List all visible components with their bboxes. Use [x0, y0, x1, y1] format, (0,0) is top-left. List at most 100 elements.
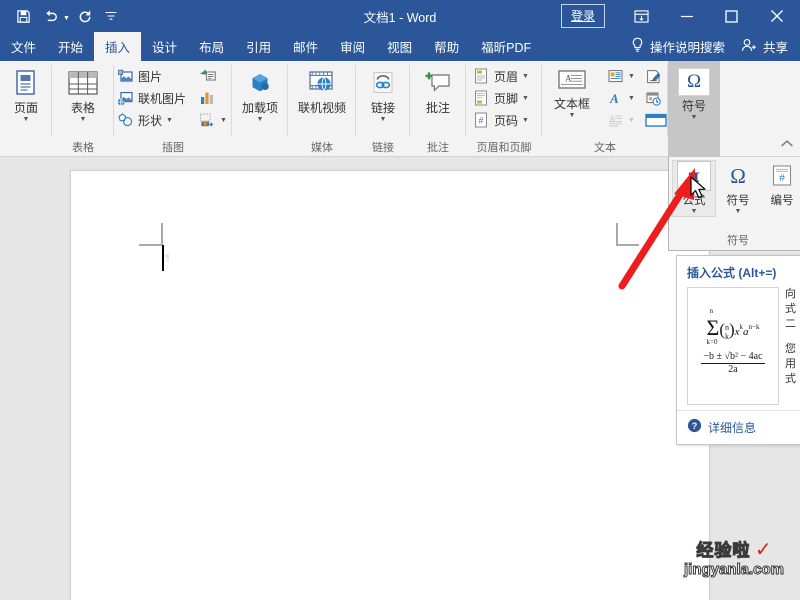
symbol-dropdown-caret[interactable]: ▼: [691, 114, 698, 122]
link-dropdown-caret[interactable]: ▼: [380, 116, 387, 124]
app-name-text: Word: [406, 10, 437, 25]
maximize-icon[interactable]: [709, 0, 754, 32]
tell-me-search[interactable]: 操作说明搜索: [621, 37, 735, 56]
save-icon[interactable]: [10, 4, 36, 28]
tab-mailings[interactable]: 邮件: [282, 32, 329, 61]
online-video-button[interactable]: 联机视频: [288, 61, 356, 115]
smartart-button[interactable]: [196, 65, 227, 87]
symbol-gallery-dropdown-caret[interactable]: ▼: [735, 208, 742, 216]
tab-references[interactable]: 引用: [235, 32, 282, 61]
ribbon-group-label-comments: 批注: [427, 142, 449, 154]
number-button[interactable]: # 编号: [761, 161, 800, 216]
footer-icon: [472, 89, 490, 107]
table-dropdown-caret[interactable]: ▼: [80, 116, 87, 124]
textbox-dropdown-caret[interactable]: ▼: [569, 112, 576, 120]
tab-review[interactable]: 审阅: [329, 32, 376, 61]
dropcap-button[interactable]: A ▼: [604, 109, 635, 131]
screenshot-button[interactable]: ▼: [196, 109, 227, 131]
quick-parts-button[interactable]: ▼: [604, 65, 635, 87]
tab-insert[interactable]: 插入: [94, 32, 142, 61]
tooltip-formula-preview: n Σ k=0 (n k)xkan−k −b ± √b² − 4ac 2a: [687, 287, 779, 405]
shapes-dropdown-caret[interactable]: ▼: [166, 117, 173, 124]
screenshot-icon: [198, 111, 216, 129]
tooltip-side-line: 式: [785, 373, 796, 385]
tab-file[interactable]: 文件: [0, 32, 47, 61]
ribbon-group-links: 链接 ▼ 链接: [356, 61, 410, 157]
quick-parts-dropdown-caret[interactable]: ▼: [628, 73, 635, 80]
tooltip-more-info-link[interactable]: 详细信息: [708, 419, 756, 436]
footer-button[interactable]: 页脚 ▼: [470, 87, 529, 109]
undo-icon[interactable]: [38, 4, 64, 28]
redo-icon[interactable]: [72, 4, 98, 28]
link-button[interactable]: 链接 ▼: [356, 61, 410, 124]
shapes-button[interactable]: 形状 ▼: [114, 109, 186, 131]
addins-dropdown-caret[interactable]: ▼: [257, 116, 264, 124]
tab-view[interactable]: 视图: [376, 32, 423, 61]
comment-button[interactable]: 批注: [410, 61, 466, 115]
addins-button[interactable]: 加载项 ▼: [232, 61, 288, 124]
dropcap-dropdown-caret[interactable]: ▼: [628, 117, 635, 124]
svg-text:A: A: [609, 114, 615, 123]
ribbon-group-symbols: Ω 符号 ▼: [668, 61, 720, 157]
wordart-dropdown-caret[interactable]: ▼: [628, 95, 635, 102]
ribbon: 页面 ▼ 表格 ▼ 表格 图片 联机图片 形状 ▼ ▼ 插图 加载项 ▼ 联机视…: [0, 61, 800, 157]
wordart-button[interactable]: A ▼: [604, 87, 635, 109]
pages-dropdown-caret[interactable]: ▼: [23, 116, 30, 124]
svg-text:?: ?: [692, 420, 698, 431]
footer-label: 页脚: [494, 91, 519, 106]
tab-help[interactable]: 帮助: [423, 32, 470, 61]
pages-button[interactable]: 页面 ▼: [0, 61, 52, 124]
quick-access-toolbar: ▼: [0, 4, 122, 28]
dropcap-icon: A: [606, 111, 624, 129]
omega-icon: Ω: [730, 163, 746, 188]
online-picture-button[interactable]: 联机图片: [114, 87, 186, 109]
link-label: 链接: [370, 101, 395, 115]
object-icon: [645, 111, 667, 129]
ribbon-group-pages: 页面 ▼: [0, 61, 52, 157]
header-button[interactable]: 页眉 ▼: [470, 65, 529, 87]
tab-layout[interactable]: 布局: [188, 32, 235, 61]
watermark-line-1: 经验啦: [696, 541, 751, 560]
addins-label: 加载项: [241, 101, 278, 115]
document-page[interactable]: ¶: [70, 170, 710, 600]
document-title-text: 文档1: [363, 10, 396, 25]
ribbon-group-addins: 加载项 ▼: [232, 61, 288, 157]
tooltip-side-line: 您: [785, 343, 796, 355]
symbol-dropdown-group-label: 符号: [727, 235, 749, 247]
ribbon-display-options-icon[interactable]: [619, 0, 664, 32]
footer-dropdown-caret[interactable]: ▼: [522, 95, 529, 102]
symbol-button[interactable]: Ω 符号 ▼: [668, 61, 720, 122]
undo-dropdown-caret[interactable]: ▼: [63, 15, 70, 22]
ribbon-group-label-media: 媒体: [311, 142, 333, 154]
page-number-dropdown-caret[interactable]: ▼: [522, 117, 529, 124]
fraction-numerator: −b ± √b² − 4ac: [701, 350, 765, 364]
screenshot-dropdown-caret[interactable]: ▼: [220, 117, 227, 124]
margin-mark-top-right-horizontal: [616, 244, 639, 246]
collapse-ribbon-icon[interactable]: [780, 139, 794, 152]
mouse-pointer-icon: [690, 176, 708, 202]
fraction-denominator: 2a: [728, 363, 738, 375]
table-button[interactable]: 表格 ▼: [52, 61, 114, 124]
chart-button[interactable]: [196, 87, 227, 109]
textbox-button[interactable]: A 文本框 ▼: [546, 65, 598, 120]
close-icon[interactable]: [754, 0, 800, 32]
ribbon-group-tables: 表格 ▼ 表格: [52, 61, 114, 157]
chart-icon: [198, 89, 216, 107]
tab-foxit-pdf[interactable]: 福昕PDF: [470, 32, 542, 61]
svg-text:#: #: [779, 173, 785, 184]
share-button[interactable]: 共享: [735, 37, 800, 56]
title-bar: ▼ 文档1 - Word 登录: [0, 0, 800, 32]
customize-quick-access-icon[interactable]: [100, 4, 122, 28]
header-icon: [472, 67, 490, 85]
sum-lower-limit: k=0: [706, 338, 718, 347]
sign-in-button[interactable]: 登录: [560, 4, 605, 28]
minimize-icon[interactable]: [664, 0, 709, 32]
tab-design[interactable]: 设计: [141, 32, 188, 61]
tell-me-label: 操作说明搜索: [649, 41, 725, 55]
page-number-button[interactable]: # 页码 ▼: [470, 109, 529, 131]
tab-home[interactable]: 开始: [47, 32, 94, 61]
equation-dropdown-caret[interactable]: ▼: [691, 208, 698, 216]
header-dropdown-caret[interactable]: ▼: [522, 73, 529, 80]
picture-button[interactable]: 图片: [114, 65, 186, 87]
symbol-gallery-button[interactable]: Ω 符号 ▼: [717, 161, 759, 216]
